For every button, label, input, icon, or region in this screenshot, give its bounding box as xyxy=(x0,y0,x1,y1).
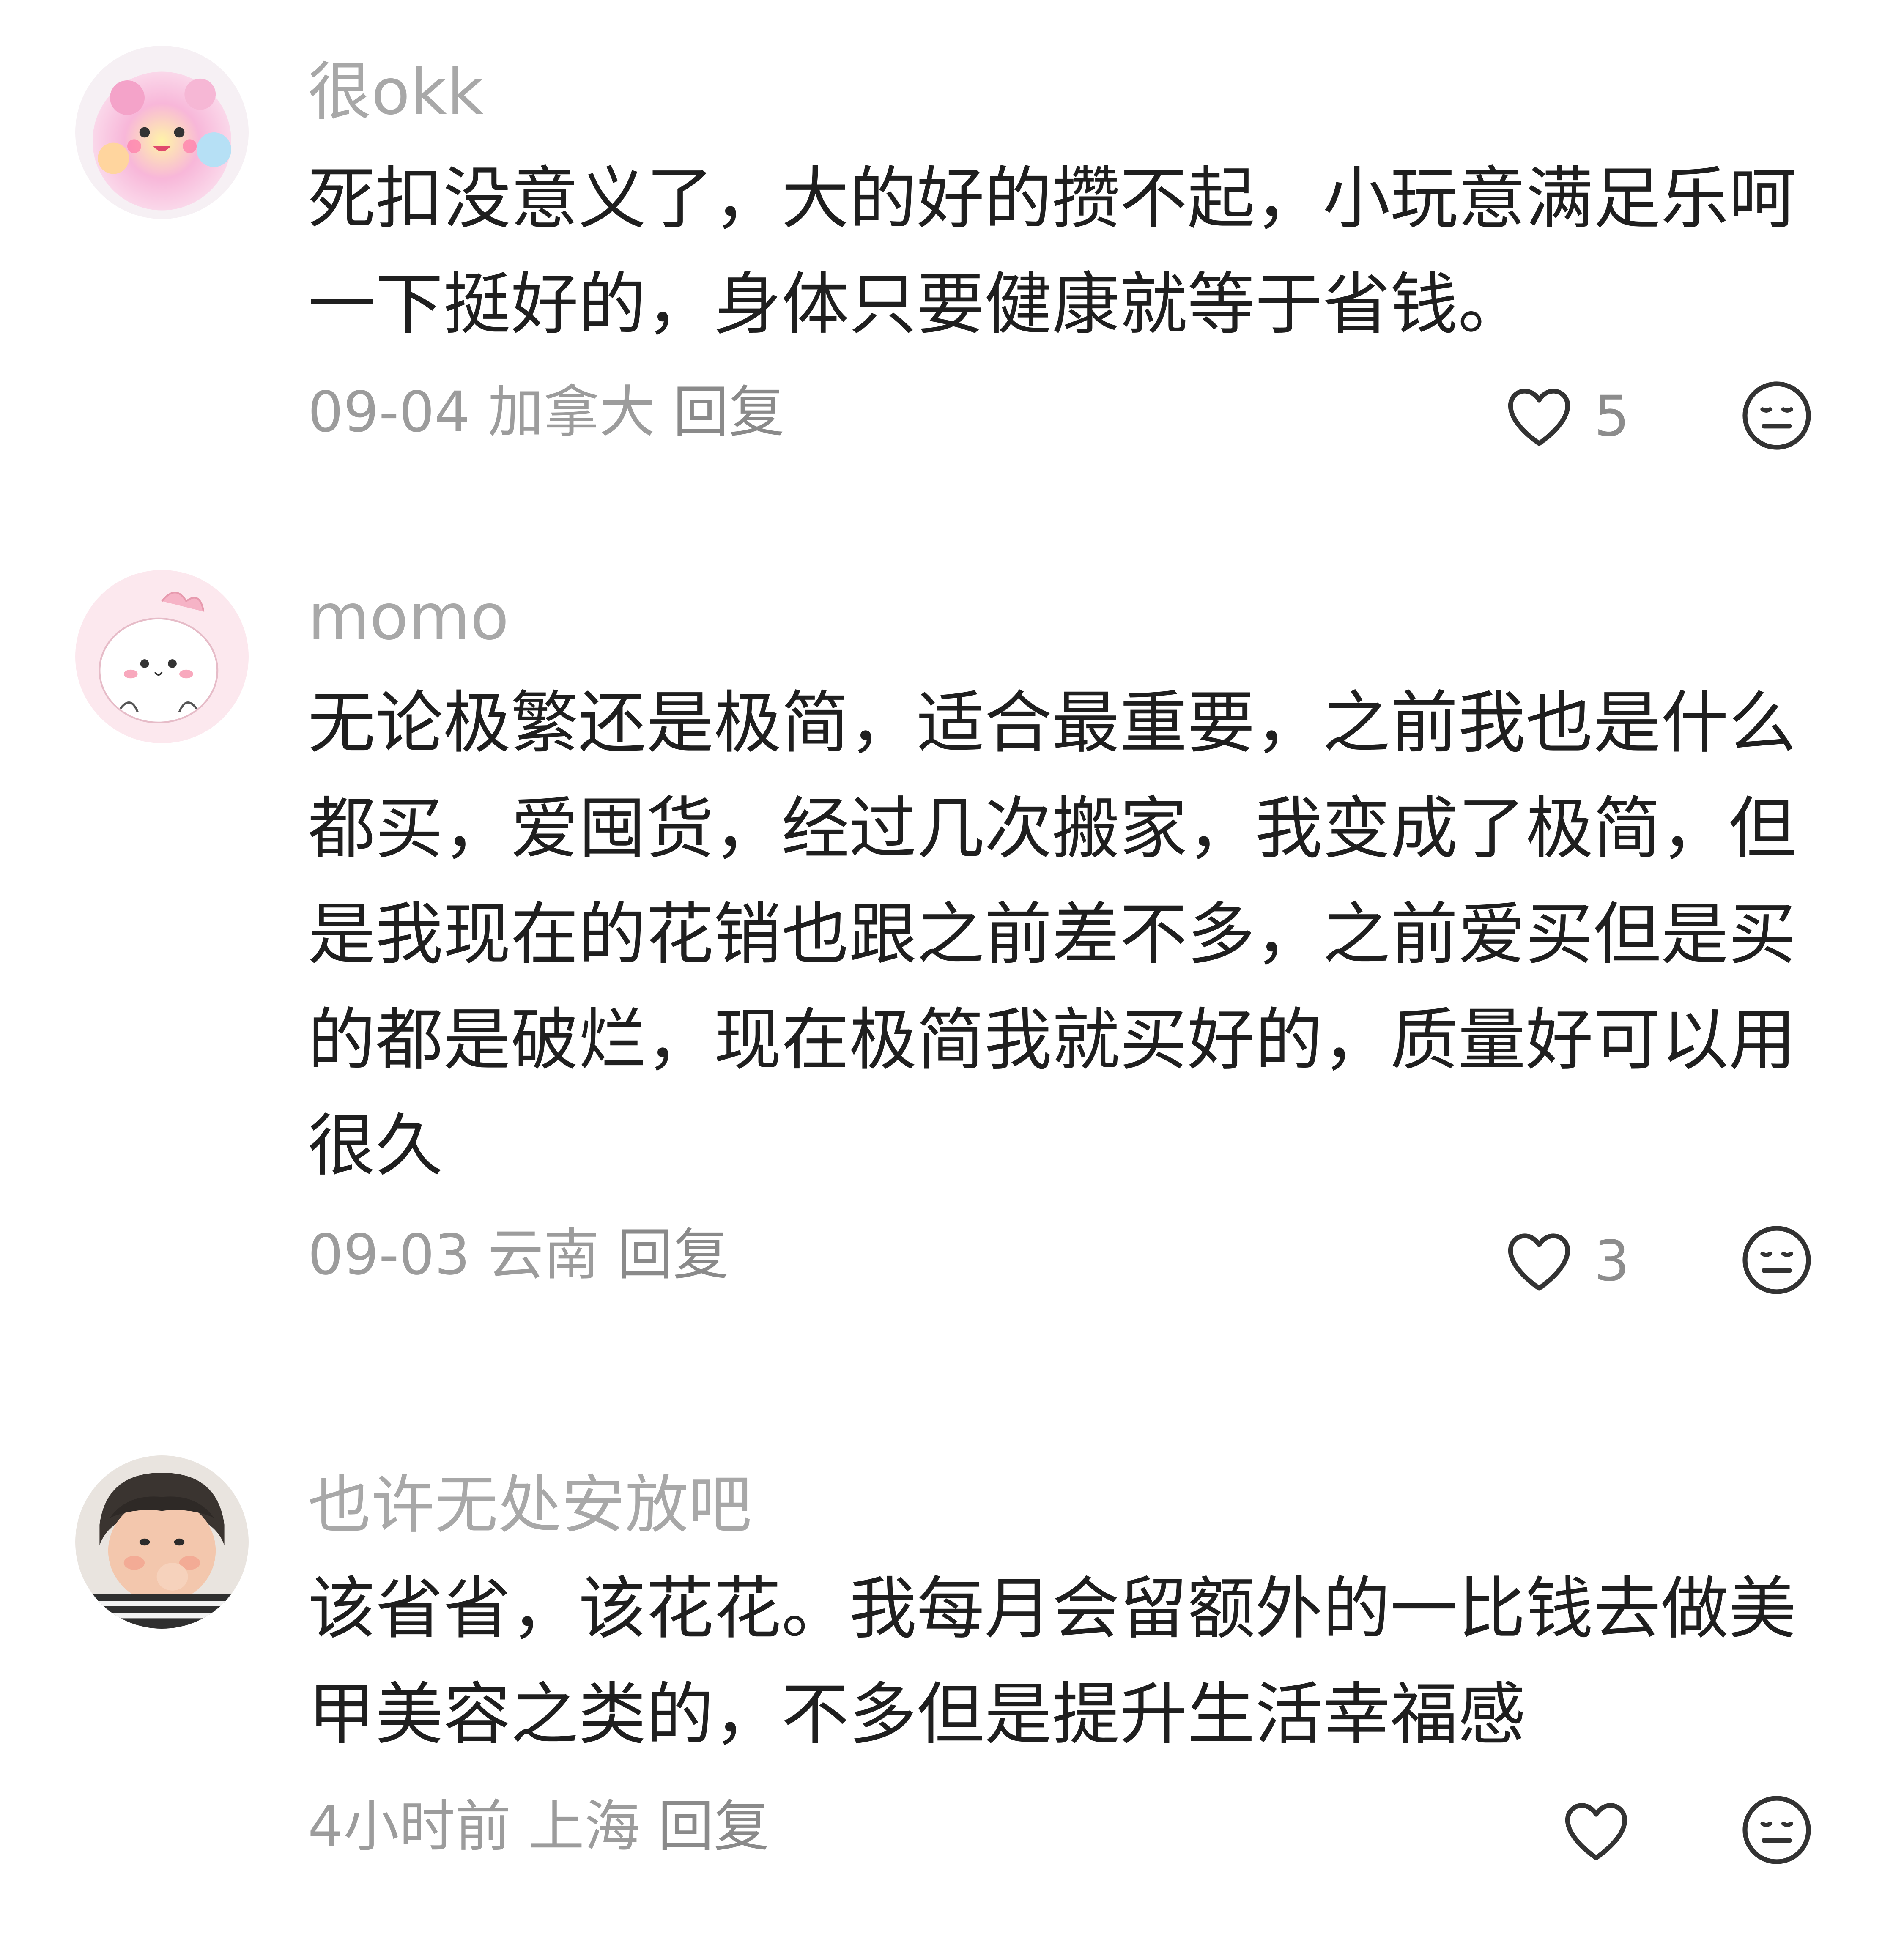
user-avatar[interactable] xyxy=(75,1455,249,1629)
comment-location: 加拿大 xyxy=(488,380,655,445)
comment-content: 死扣没意义了，大的好的攒不起，小玩意满足乐呵一下挺好的，身体只要健康就等于省钱。 xyxy=(308,159,1797,344)
dislike-button[interactable] xyxy=(1739,1792,1815,1868)
like-button[interactable]: 3 xyxy=(1501,1221,1630,1301)
username[interactable]: momo xyxy=(308,579,509,655)
comment-date: 09-03 xyxy=(308,1222,470,1288)
username[interactable]: 也许无处安放吧 xyxy=(308,1467,752,1543)
user-avatar[interactable] xyxy=(75,46,249,219)
neutral-face-icon xyxy=(1742,1796,1811,1864)
like-count: 3 xyxy=(1594,1229,1630,1294)
comment-content: 该省省，该花花。我每月会留额外的一比钱去做美甲美容之类的，不多但是提升生活幸福感 xyxy=(308,1569,1797,1754)
neutral-face-icon xyxy=(1742,1226,1811,1294)
heart-outline-icon xyxy=(1508,1233,1570,1291)
comment-date: 09-04 xyxy=(308,380,470,445)
comment-location: 云南 xyxy=(488,1222,600,1288)
pink-cartoon-avatar-icon xyxy=(75,46,249,219)
dislike-button[interactable] xyxy=(1739,1222,1815,1298)
username[interactable]: 很okk xyxy=(308,54,484,130)
reply-button[interactable]: 回复 xyxy=(617,1222,729,1288)
reply-button[interactable]: 回复 xyxy=(658,1794,770,1859)
heart-outline-icon xyxy=(1565,1803,1627,1860)
comment-meta: 4小时前 上海 回复 xyxy=(308,1793,787,1860)
comment-meta: 09-03 云南 回复 xyxy=(308,1221,747,1289)
cute-bun-avatar-icon xyxy=(75,570,249,743)
comment-date: 4小时前 xyxy=(308,1794,511,1859)
comment-content: 无论极繁还是极简，适合最重要，之前我也是什么都买，爱囤货，经过几次搬家，我变成了… xyxy=(308,683,1797,1185)
comment-location: 上海 xyxy=(528,1794,640,1859)
heart-outline-icon xyxy=(1508,389,1570,446)
reply-button[interactable]: 回复 xyxy=(673,380,785,445)
neutral-face-icon xyxy=(1742,381,1811,450)
user-avatar[interactable] xyxy=(75,570,249,743)
like-button[interactable] xyxy=(1558,1791,1651,1871)
dislike-button[interactable] xyxy=(1739,378,1815,454)
comment-meta: 09-04 加拿大 回复 xyxy=(308,378,803,446)
like-count: 5 xyxy=(1594,384,1630,449)
child-photo-avatar-icon xyxy=(75,1455,249,1629)
like-button[interactable]: 5 xyxy=(1501,376,1630,457)
